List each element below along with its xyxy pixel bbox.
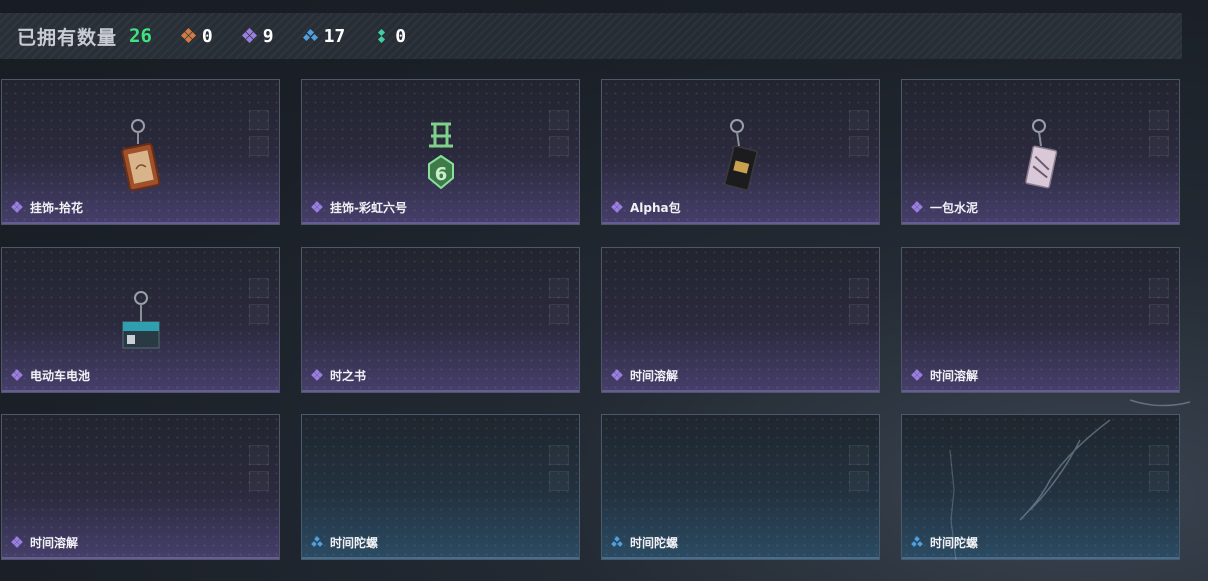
item-card[interactable]: 挂饰-拾花: [1, 79, 280, 225]
owned-count-bar: 已拥有数量 26 0 9 17 0: [0, 13, 1182, 59]
purple-rarity-icon: [11, 535, 24, 549]
purple-rarity-icon: [311, 200, 324, 214]
item-card[interactable]: 时间溶解: [1, 414, 280, 560]
item-name: 挂饰-拾花: [30, 201, 83, 215]
owned-count-label: 已拥有数量: [17, 26, 118, 49]
stat-blue-value: 17: [323, 25, 346, 47]
item-card[interactable]: 时间溶解: [901, 247, 1180, 393]
card-decoration: [549, 445, 569, 465]
blue-rarity-icon: [611, 535, 624, 549]
purple-rarity-icon: [241, 27, 257, 44]
item-card[interactable]: 时间陀螺: [901, 414, 1180, 560]
card-decoration: [849, 304, 869, 324]
card-decoration: [1149, 110, 1169, 130]
svg-text:6: 6: [434, 164, 447, 185]
card-decoration: [249, 110, 269, 130]
card-decoration: [249, 445, 269, 465]
item-name: 挂饰-彩虹六号: [330, 201, 407, 215]
charm-ebike-battery-image: [119, 288, 163, 362]
purple-rarity-icon: [611, 200, 624, 214]
stat-purple-value: 9: [262, 25, 274, 47]
charm-flower-image: [116, 116, 166, 200]
orange-rarity-icon: [180, 27, 196, 44]
card-decoration: [1149, 304, 1169, 324]
card-decoration: [549, 471, 569, 491]
card-decoration: [1149, 445, 1169, 465]
purple-rarity-icon: [311, 368, 324, 382]
item-card[interactable]: 时间陀螺: [601, 414, 880, 560]
item-card[interactable]: Alpha包: [601, 79, 880, 225]
charm-rainbow-six-image: 6: [421, 116, 461, 200]
item-name: 时间陀螺: [330, 536, 379, 550]
card-decoration: [249, 136, 269, 156]
stat-green: 0: [375, 26, 406, 47]
card-decoration: [849, 278, 869, 298]
item-card[interactable]: 6 挂饰-彩虹六号: [301, 79, 580, 225]
card-decoration: [249, 278, 269, 298]
item-name: 时间溶解: [630, 369, 679, 383]
item-card[interactable]: 时间溶解: [601, 247, 880, 393]
item-card[interactable]: 时之书: [301, 247, 580, 393]
item-name: 时之书: [330, 369, 367, 383]
card-decoration: [1149, 278, 1169, 298]
item-name: 时间溶解: [930, 369, 979, 383]
card-decoration: [849, 445, 869, 465]
stat-orange: 0: [180, 25, 213, 47]
item-card[interactable]: 电动车电池: [1, 247, 280, 393]
item-name: 电动车电池: [30, 369, 91, 383]
card-decoration: [849, 110, 869, 130]
charm-alpha-pack-image: [721, 116, 761, 200]
item-card[interactable]: 一包水泥: [901, 79, 1180, 225]
blue-rarity-icon: [911, 535, 924, 549]
blue-rarity-icon: [311, 535, 324, 549]
stat-blue: 17: [302, 25, 346, 47]
owned-total: 26: [129, 25, 152, 47]
item-name: 时间陀螺: [930, 536, 979, 550]
card-decoration: [249, 471, 269, 491]
purple-rarity-icon: [911, 200, 924, 214]
card-decoration: [1149, 471, 1169, 491]
charm-cement-bag-image: [1021, 116, 1061, 200]
green-rarity-icon: [375, 28, 389, 44]
purple-rarity-icon: [11, 368, 24, 382]
card-decoration: [549, 278, 569, 298]
card-decoration: [849, 136, 869, 156]
item-card[interactable]: 时间陀螺: [301, 414, 580, 560]
purple-rarity-icon: [911, 368, 924, 382]
card-decoration: [849, 471, 869, 491]
item-name: 一包水泥: [930, 201, 979, 215]
card-decoration: [549, 136, 569, 156]
item-name: 时间陀螺: [630, 536, 679, 550]
stat-purple: 9: [241, 25, 274, 47]
stat-green-value: 0: [395, 25, 407, 47]
card-decoration: [549, 304, 569, 324]
card-decoration: [249, 304, 269, 324]
item-name: Alpha包: [630, 201, 681, 215]
card-decoration: [1149, 136, 1169, 156]
purple-rarity-icon: [11, 200, 24, 214]
blue-rarity-icon: [302, 28, 318, 43]
purple-rarity-icon: [611, 368, 624, 382]
item-name: 时间溶解: [30, 536, 79, 550]
stat-orange-value: 0: [201, 25, 213, 47]
card-decoration: [549, 110, 569, 130]
